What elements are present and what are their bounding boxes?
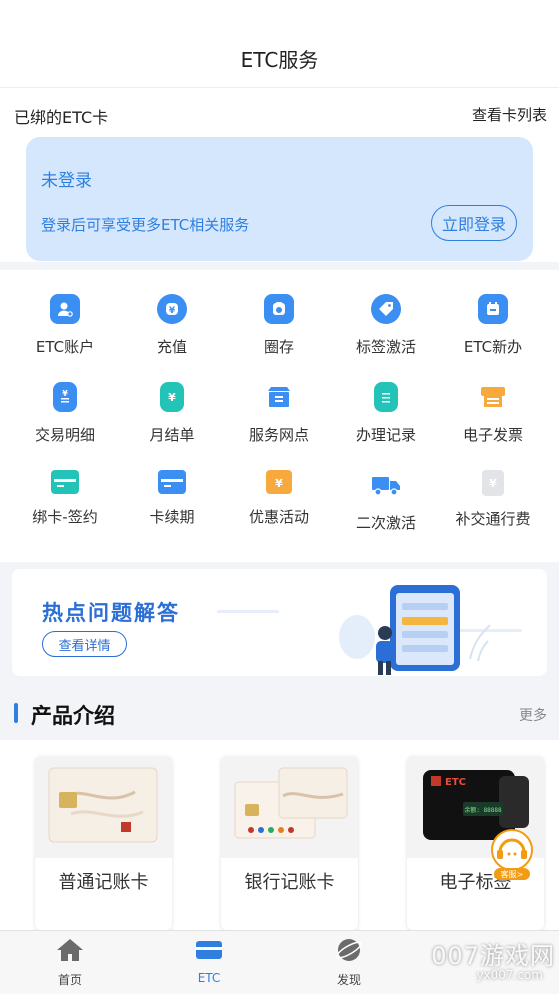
new-apply-icon — [478, 294, 508, 324]
customer-service-float-button[interactable]: 客服> — [488, 828, 536, 882]
clipboard-icon — [374, 382, 398, 412]
device-screen-text: 余额: 88888 — [464, 806, 502, 814]
section-accent-bar — [14, 703, 18, 723]
menu-item-etc-new[interactable]: ETC新办 — [437, 294, 549, 357]
menu-item-card-renewal[interactable]: 卡续期 — [116, 470, 228, 527]
menu-item-label: 办理记录 — [355, 426, 416, 444]
etc-device-brand: ETC — [445, 777, 466, 788]
product-section-header: 产品介绍 更多 — [0, 686, 559, 740]
account-icon — [50, 294, 80, 324]
product-list: 普通记账卡 银行记账卡 ETC 余额: 88888 电子标签 — [0, 740, 559, 930]
menu-item-label: 圈存 — [263, 338, 294, 356]
menu-item-deposit[interactable]: 圈存 — [223, 294, 335, 357]
watermark-logo: 007游戏网 — [431, 942, 555, 970]
menu-item-records[interactable]: 办理记录 — [330, 382, 442, 445]
bind-card-icon — [51, 470, 79, 494]
menu-item-tag-activation[interactable]: 标签激活 — [330, 294, 442, 357]
bank-card-image — [221, 756, 358, 858]
faq-banner[interactable]: 热点问题解答 查看详情 — [12, 569, 547, 676]
menu-item-reactivation[interactable]: 二次激活 — [330, 470, 442, 533]
menu-item-label: ETC新办 — [463, 338, 523, 356]
svg-text:¥: ¥ — [62, 389, 68, 398]
product-card-bank[interactable]: 银行记账卡 — [221, 756, 358, 930]
truck-icon — [371, 470, 401, 500]
top-bar: ETC服务 — [0, 0, 559, 88]
menu-item-transactions[interactable]: ¥ 交易明细 — [9, 382, 121, 445]
page-title: ETC服务 — [240, 48, 319, 72]
menu-item-label: ETC账户 — [35, 338, 95, 356]
svg-text:¥: ¥ — [275, 477, 283, 490]
home-icon — [57, 939, 83, 961]
invoice-icon — [478, 382, 508, 412]
tab-home[interactable]: 首页 — [30, 937, 110, 988]
login-prompt-card: 未登录 登录后可享受更多ETC相关服务 立即登录 — [26, 137, 533, 261]
store-icon — [264, 382, 294, 412]
tab-discover[interactable]: 发现 — [309, 937, 389, 988]
coupon-icon: ¥ — [266, 470, 292, 494]
function-menu-grid: ETC账户 ¥ 充值 圈存 标签激活 ETC新办 ¥ 交易明细 ¥ 月结单 服务… — [0, 270, 559, 562]
menu-item-label: 补交通行费 — [455, 510, 531, 528]
svg-text:¥: ¥ — [169, 306, 176, 316]
svg-text:¥: ¥ — [168, 391, 176, 404]
product-name: 银行记账卡 — [244, 872, 335, 893]
menu-item-label: 绑卡-签约 — [32, 508, 98, 526]
tab-label: 首页 — [57, 973, 82, 987]
menu-item-e-invoice[interactable]: 电子发票 — [437, 382, 549, 445]
customer-service-label: 客服> — [501, 869, 524, 879]
menu-item-label: 服务网点 — [248, 426, 309, 444]
card-renew-icon — [158, 470, 186, 494]
view-card-list-link[interactable]: 查看卡列表 — [472, 104, 547, 125]
deposit-icon — [264, 294, 294, 324]
menu-item-service-outlets[interactable]: 服务网点 — [223, 382, 335, 445]
bound-card-section: 已绑的ETC卡 查看卡列表 未登录 登录后可享受更多ETC相关服务 立即登录 — [0, 88, 559, 262]
product-card-ordinary[interactable]: 普通记账卡 — [35, 756, 172, 930]
discover-icon — [335, 939, 363, 961]
monthly-bill-icon: ¥ — [160, 382, 184, 412]
menu-item-etc-account[interactable]: ETC账户 — [9, 294, 121, 357]
menu-item-label: 标签激活 — [355, 338, 416, 356]
menu-item-label: 二次激活 — [355, 514, 416, 532]
tab-label: 发现 — [336, 973, 361, 987]
ordinary-card-image — [35, 756, 172, 858]
tab-etc[interactable]: ETC — [169, 937, 249, 985]
etc-card-icon — [196, 941, 222, 959]
svg-text:¥: ¥ — [489, 477, 497, 490]
menu-item-toll-payment[interactable]: ¥ 补交通行费 — [437, 470, 549, 529]
product-name: 普通记账卡 — [58, 872, 149, 893]
tag-icon — [371, 294, 401, 324]
login-state-text: 未登录 — [41, 171, 92, 191]
login-now-button[interactable]: 立即登录 — [431, 205, 517, 241]
bound-cards-label: 已绑的ETC卡 — [14, 108, 109, 127]
more-products-link[interactable]: 更多 — [519, 705, 547, 725]
menu-item-recharge[interactable]: ¥ 充值 — [116, 294, 228, 357]
menu-item-label: 卡续期 — [149, 508, 195, 526]
menu-item-label: 电子发票 — [462, 426, 523, 444]
watermark-url: yx007.com — [476, 968, 543, 982]
menu-item-label: 充值 — [156, 338, 187, 356]
receipt-icon: ¥ — [53, 382, 77, 412]
faq-banner-title: 热点问题解答 — [42, 601, 180, 625]
menu-item-monthly-bill[interactable]: ¥ 月结单 — [116, 382, 228, 445]
login-hint-text: 登录后可享受更多ETC相关服务 — [41, 216, 250, 234]
menu-item-label: 月结单 — [149, 426, 195, 444]
product-section-title: 产品介绍 — [31, 704, 115, 728]
tab-label: ETC — [197, 971, 221, 985]
menu-item-label: 交易明细 — [34, 426, 95, 444]
faq-detail-button[interactable]: 查看详情 — [42, 631, 127, 657]
menu-item-bind-card[interactable]: 绑卡-签约 — [9, 470, 121, 527]
toll-payment-icon: ¥ — [482, 470, 504, 496]
recharge-icon: ¥ — [157, 294, 187, 324]
menu-item-promotions[interactable]: ¥ 优惠活动 — [223, 470, 335, 527]
menu-item-label: 优惠活动 — [248, 508, 309, 526]
